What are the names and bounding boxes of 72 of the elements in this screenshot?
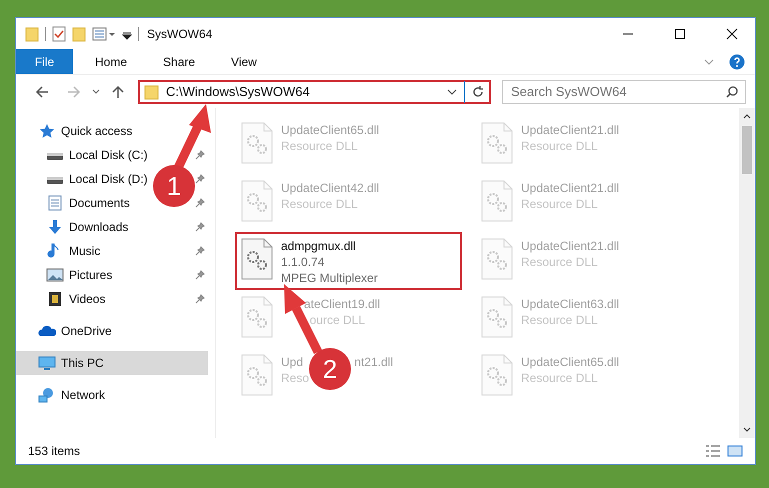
star-icon [38,123,56,139]
sidebar-item[interactable]: Pictures [69,268,112,282]
monitor-icon [38,355,56,371]
pin-icon[interactable] [195,294,205,304]
folder-icon[interactable] [25,26,39,42]
cloud-icon [38,323,56,339]
sidebar-item[interactable]: OneDrive [61,324,112,338]
scrollbar-thumb[interactable] [742,126,752,174]
selected-sidebar-row[interactable]: This PC [16,351,208,375]
sidebar-item[interactable]: Local Disk (C:) [69,148,148,162]
scrollbar[interactable] [739,108,755,438]
gear-file-icon[interactable] [241,238,273,280]
address-bar[interactable]: C:\Windows\SysWOW64 [138,80,491,104]
pin-icon[interactable] [195,270,205,280]
pin-icon[interactable] [195,198,205,208]
file-detail: Resource DLL [281,196,359,212]
scroll-down-icon[interactable] [742,426,752,434]
picture-icon [46,267,64,283]
large-icons-view-icon[interactable] [727,444,743,458]
sidebar-item[interactable]: Downloads [69,220,128,234]
ribbon-tab[interactable]: View [217,49,271,74]
pin-icon[interactable] [195,222,205,232]
file-name-fragment: Upd [281,354,304,370]
address-path: C:\Windows\SysWOW64 [166,84,311,99]
close-icon [726,28,738,40]
window-title: SysWOW64 [147,26,212,40]
refresh-icon[interactable] [471,84,485,98]
file-name[interactable]: admpgmux.dll [281,238,378,254]
sidebar-item[interactable]: Local Disk (D:) [69,172,148,186]
file-detail: Resource DLL [521,196,599,212]
document-icon [46,195,64,211]
pin-icon[interactable] [195,174,205,184]
item-count: 153 items [28,444,80,458]
down-arrow-icon [46,219,64,235]
file-name-fragment: nt21.dll [354,354,393,370]
sidebar-item[interactable]: This PC [61,356,104,370]
file-detail: Resource DLL [281,138,359,154]
help-icon[interactable] [729,54,745,70]
file-detail: Resource DLL [521,370,599,386]
file-detail: Resource DLL [521,138,599,154]
sidebar-item[interactable]: Documents [69,196,130,210]
sidebar-item[interactable]: Network [61,388,106,402]
file-detail-fragment: Reso [281,370,310,386]
film-icon [46,291,64,307]
file-detail: 1.1.0.74 [281,254,326,270]
pin-icon[interactable] [195,150,205,160]
properties-icon[interactable] [92,26,116,42]
scroll-up-icon[interactable] [742,112,752,120]
maximize-icon [674,28,686,40]
sidebar-item[interactable]: Videos [69,292,106,306]
sidebar-item[interactable]: Quick access [61,124,132,138]
file-detail-fragment: ource DLL [310,312,365,328]
details-view-icon[interactable] [705,444,721,458]
file-name-fragment: ateClient19.dll [304,296,380,312]
folder-icon [144,84,160,100]
search-icon[interactable] [725,84,739,98]
annotation-arrow [174,104,211,170]
network-icon [38,387,56,403]
sidebar-item[interactable]: Music [69,244,100,258]
ribbon-tab[interactable]: File [16,49,73,74]
new-folder-icon[interactable] [72,26,86,42]
search-field[interactable]: Search SysWOW64 [502,80,746,104]
file-detail: MPEG Multiplexer [281,270,378,286]
ribbon-tab[interactable]: Home [81,49,142,74]
forward-arrow-icon[interactable] [66,84,82,100]
file-detail: Resource DLL [521,312,599,328]
file-detail: Resource DLL [521,254,599,270]
back-arrow-icon[interactable] [34,84,50,100]
up-arrow-icon[interactable] [110,84,126,100]
checklist-icon[interactable] [52,26,66,42]
pin-icon[interactable] [195,246,205,256]
ribbon-tab[interactable]: Share [149,49,210,74]
